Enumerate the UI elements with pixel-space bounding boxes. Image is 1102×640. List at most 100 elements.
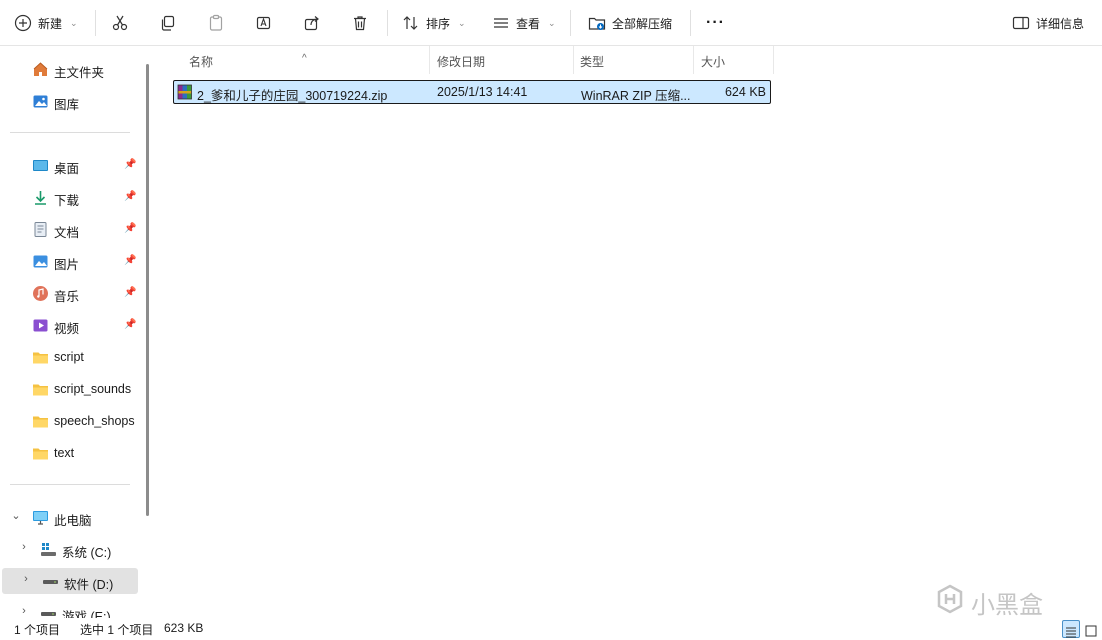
pin-icon[interactable]: 📌 [124,287,136,299]
view-button[interactable]: 查看 ⌄ [492,8,556,38]
sidebar-item-label: 桌面 [54,162,80,176]
sidebar-item-label: 视频 [54,322,80,336]
computer-icon [32,509,49,526]
copy-icon [159,14,177,32]
chevron-right-icon[interactable]: › [18,541,30,555]
command-bar: 新建 ⌄ 排序 ⌄ 查看 ⌄ 全部解压缩 ··· 详细信息 [0,0,1102,46]
chevron-down-icon: ⌄ [548,17,556,28]
sidebar-item-label: script [54,350,84,364]
folder-icon [32,445,49,462]
file-size: 624 KB [724,85,766,99]
selected-size: 623 KB [164,621,204,635]
column-header-label: 类型 [580,55,605,69]
column-header-label: 名称 [189,55,214,69]
sidebar-item-label: 系统 (C:) [62,546,112,560]
file-list: ^ 名称 修改日期 类型 大小 2_爹和儿子的庄园_300719224.zip … [157,46,1102,620]
sidebar-item-gallery[interactable]: 图库 [0,88,140,114]
sort-icon [402,14,420,32]
sidebar-item-label: 软件 (D:) [64,578,114,592]
sidebar-item-videos[interactable]: 视频 📌 [0,312,140,338]
sidebar-item-this-pc[interactable]: ⌄ 此电脑 [0,504,140,530]
sidebar-item-documents[interactable]: 文档 📌 [0,216,140,242]
chevron-down-icon: ⌄ [458,17,466,28]
cut-button[interactable] [111,8,129,38]
sidebar-item-pictures[interactable]: 图片 📌 [0,248,140,274]
videos-icon [32,317,49,334]
folder-icon [32,413,49,430]
sidebar-item-music[interactable]: 音乐 📌 [0,280,140,306]
new-label: 新建 [38,16,63,31]
toolbar-divider [570,10,571,36]
details-pane-button[interactable]: 详细信息 [1012,8,1084,38]
pin-icon[interactable]: 📌 [124,191,136,203]
column-header-label: 修改日期 [437,55,486,69]
toolbar-divider [690,10,691,36]
more-options-button[interactable]: ··· [706,8,725,38]
sidebar-item-downloads[interactable]: 下载 📌 [0,184,140,210]
file-modified: 2025/1/13 14:41 [437,85,528,99]
details-view-icon [1063,624,1079,640]
watermark-text: 小黑盒 [971,592,1043,619]
sidebar-item-label: 主文件夹 [54,66,105,80]
sidebar-item-label: 此电脑 [54,514,92,528]
column-divider[interactable] [773,46,774,74]
clipboard-icon [207,14,225,32]
delete-button[interactable] [351,8,369,38]
music-icon [32,285,49,302]
rename-button[interactable] [255,8,273,38]
details-view-button[interactable] [1062,620,1080,638]
chevron-right-icon[interactable]: › [20,573,32,587]
selected-count: 选中 1 个项目 [80,623,154,637]
details-label: 详细信息 [1036,16,1085,31]
sidebar-item-desktop[interactable]: 桌面 📌 [0,152,140,178]
sidebar-item-folder[interactable]: text [0,440,140,466]
gallery-icon [32,93,49,110]
sidebar-item-label: 音乐 [54,290,80,304]
system-drive-icon [40,541,57,558]
sidebar-item-drive-c[interactable]: › 系统 (C:) [0,536,140,562]
drive-icon [42,573,59,590]
column-header-size[interactable]: 大小 [693,46,773,74]
pin-icon[interactable]: 📌 [124,223,136,235]
sidebar-item-home[interactable]: 主文件夹 [0,56,140,82]
sidebar-item-folder[interactable]: script_sounds [0,376,140,402]
file-row[interactable]: 2_爹和儿子的庄园_300719224.zip 2025/1/13 14:41 … [173,80,771,104]
chevron-down-icon[interactable]: ⌄ [10,509,22,523]
column-header-name[interactable]: ^ 名称 [157,46,429,74]
sidebar-item-label: 图库 [54,98,80,112]
winrar-archive-icon [177,84,193,103]
pin-icon[interactable]: 📌 [124,319,136,331]
sort-label: 排序 [426,16,451,31]
view-list-icon [492,14,510,32]
new-button[interactable]: 新建 ⌄ [14,8,78,38]
column-header-type[interactable]: 类型 [573,46,693,74]
sort-ascending-icon: ^ [302,53,307,64]
pin-icon[interactable]: 📌 [124,159,136,171]
copy-button[interactable] [159,8,177,38]
sidebar-divider [10,132,130,133]
tiles-view-button[interactable] [1083,620,1101,638]
chevron-right-icon[interactable]: › [18,605,30,619]
pin-icon[interactable]: 📌 [124,255,136,267]
home-icon [32,61,49,78]
sidebar-item-drive-e[interactable]: › 游戏 (E:) [0,600,140,620]
plus-circle-icon [14,14,32,32]
navigation-pane: 主文件夹 图库 桌面 📌 下载 📌 文档 📌 图片 📌 音乐 📌 视频 📌 sc… [0,46,150,620]
trash-icon [351,14,369,32]
pictures-icon [32,253,49,270]
sidebar-scrollbar[interactable] [146,64,149,516]
sidebar-item-folder[interactable]: script [0,344,140,370]
more-icon: ··· [706,14,725,31]
sidebar-item-folder[interactable]: speech_shops [0,408,140,434]
column-header-modified[interactable]: 修改日期 [429,46,573,74]
paste-button[interactable] [207,8,225,38]
extract-all-button[interactable]: 全部解压缩 [588,8,672,38]
column-header-label: 大小 [701,55,726,69]
share-icon [303,14,321,32]
share-button[interactable] [303,8,321,38]
file-type: WinRAR ZIP 压缩... [581,89,691,103]
sidebar-item-drive-d[interactable]: › 软件 (D:) [2,568,138,594]
sidebar-item-label: 图片 [54,258,80,272]
file-name: 2_爹和儿子的庄园_300719224.zip [197,89,388,103]
sort-button[interactable]: 排序 ⌄ [402,8,466,38]
